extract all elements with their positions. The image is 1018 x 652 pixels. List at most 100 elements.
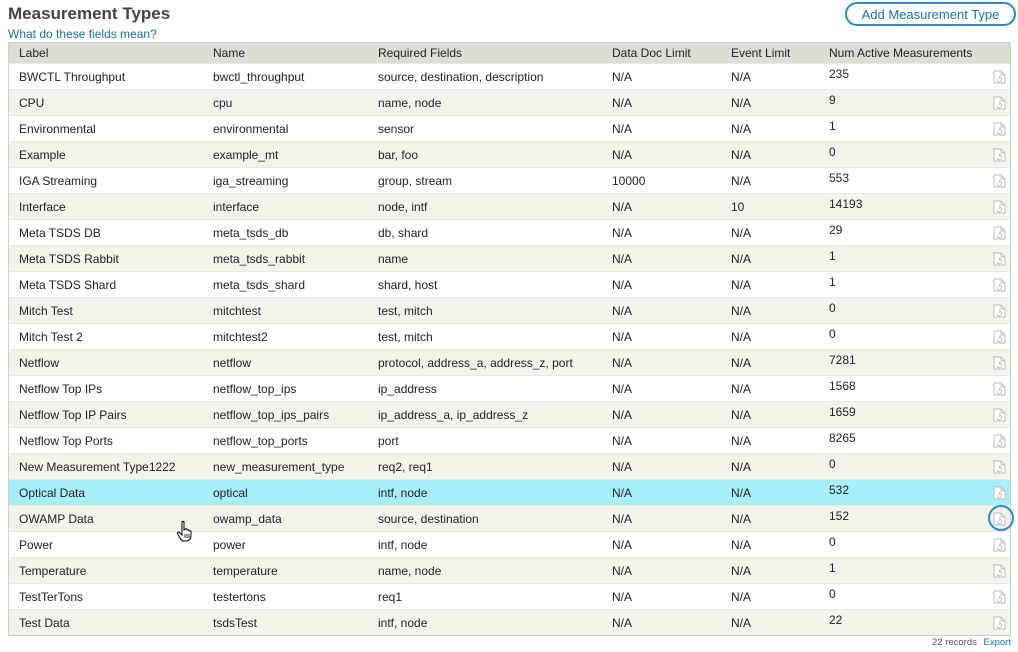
table-row[interactable]: Netflow Top IP Pairs netflow_top_ips_pair… [9, 401, 1010, 427]
cell-data-doc-limit: 10000 [612, 173, 646, 188]
cell-event-limit: N/A [731, 303, 752, 318]
cell-data-doc-limit: N/A [612, 121, 633, 136]
row-action-button[interactable] [989, 252, 1010, 266]
row-action-button[interactable] [989, 70, 1010, 84]
cell-name: example_mt [213, 147, 279, 162]
table-row[interactable]: Mitch Test mitchtest test, mitch N/A N/A 0 [9, 297, 1010, 323]
table-row[interactable]: TestTerTons testertons req1 N/A N/A 0 [9, 583, 1010, 609]
column-header-event-limit[interactable]: Event Limit [721, 46, 819, 60]
cell-data-doc-limit: N/A [612, 69, 633, 84]
row-action-button[interactable] [989, 408, 1010, 422]
cell-label: Environmental [19, 121, 96, 136]
cell-name: meta_tsds_db [213, 225, 289, 240]
document-refresh-icon [993, 226, 1006, 239]
table-row[interactable]: Temperature temperature name, node N/A N/A 1 [9, 557, 1010, 583]
document-refresh-icon [993, 148, 1006, 161]
table-row[interactable]: Optical Data optical intf, node N/A N/A 532 [9, 479, 1010, 505]
row-action-button[interactable] [989, 486, 1010, 500]
table-row[interactable]: Meta TSDS Rabbit meta_tsds_rabbit name N/A N… [9, 245, 1010, 271]
column-header-name[interactable]: Name [203, 46, 368, 60]
row-action-button[interactable] [989, 590, 1010, 604]
page-title: Measurement Types [8, 4, 171, 23]
cell-label: Meta TSDS DB [19, 225, 101, 240]
add-measurement-type-button[interactable]: Add Measurement Type [845, 2, 1016, 26]
export-link[interactable]: Export [984, 637, 1011, 648]
cell-data-doc-limit: N/A [612, 225, 633, 240]
row-action-button[interactable] [989, 512, 1010, 526]
table-row[interactable]: Example example_mt bar, foo N/A N/A 0 [9, 141, 1010, 167]
row-action-button[interactable] [989, 616, 1010, 630]
cell-required-fields: source, destination, description [378, 69, 544, 84]
row-action-button[interactable] [989, 330, 1010, 344]
row-action-button[interactable] [989, 564, 1010, 578]
cell-required-fields: intf, node [378, 485, 428, 500]
cell-label: Test Data [19, 615, 70, 630]
cell-event-limit: N/A [731, 173, 752, 188]
cell-data-doc-limit: N/A [612, 589, 633, 604]
table-row[interactable]: Netflow netflow protocol, address_a, addre… [9, 349, 1010, 375]
table-row[interactable]: Environmental environmental sensor N/A N/A 1 [9, 115, 1010, 141]
row-action-button[interactable] [989, 174, 1010, 188]
column-header-data-doc-limit[interactable]: Data Doc Limit [602, 46, 721, 60]
cell-event-limit: N/A [731, 69, 752, 84]
document-refresh-icon [993, 590, 1006, 603]
table-row[interactable]: Test Data tsdsTest intf, node N/A N/A 22 [9, 609, 1010, 635]
table-row[interactable]: Meta TSDS DB meta_tsds_db db, shard N/A N/A 2… [9, 219, 1010, 245]
cell-event-limit: N/A [731, 355, 752, 370]
cell-label: Netflow Top IPs [19, 381, 103, 396]
cell-label: Meta TSDS Shard [19, 277, 117, 292]
cell-name: owamp_data [213, 511, 282, 526]
cell-name: meta_tsds_rabbit [213, 251, 306, 266]
table-row[interactable]: BWCTL Throughput bwctl_throughput source, … [9, 63, 1010, 89]
table-body: BWCTL Throughput bwctl_throughput source, … [9, 63, 1010, 635]
table-row[interactable]: CPU cpu name, node N/A N/A 9 [9, 89, 1010, 115]
table-row[interactable]: Power power intf, node N/A N/A 0 [9, 531, 1010, 557]
cell-name: iga_streaming [213, 173, 289, 188]
document-refresh-icon [993, 486, 1006, 499]
cell-event-limit: N/A [731, 225, 752, 240]
cell-event-limit: N/A [731, 121, 752, 136]
table-row[interactable]: Interface interface node, intf N/A 10 14193 [9, 193, 1010, 219]
document-refresh-icon [993, 408, 1006, 421]
cell-required-fields: port [378, 433, 399, 448]
row-action-button[interactable] [989, 96, 1010, 110]
cell-event-limit: N/A [731, 615, 752, 630]
column-header-num-active[interactable]: Num Active Measurements [819, 46, 989, 60]
document-refresh-icon [993, 200, 1006, 213]
table-row[interactable]: OWAMP Data owamp_data source, destination N… [9, 505, 1010, 531]
row-action-button[interactable] [989, 226, 1010, 240]
cell-num-active: 1 [829, 275, 836, 289]
cell-required-fields: protocol, address_a, address_z, port [378, 355, 573, 370]
row-action-button[interactable] [989, 538, 1010, 552]
cell-required-fields: req1 [378, 589, 403, 604]
cell-label: Temperature [19, 563, 87, 578]
column-header-required-fields[interactable]: Required Fields [368, 46, 602, 60]
row-action-button[interactable] [989, 434, 1010, 448]
cell-event-limit: N/A [731, 433, 752, 448]
table-row[interactable]: Meta TSDS Shard meta_tsds_shard shard, hos… [9, 271, 1010, 297]
cell-required-fields: intf, node [378, 615, 428, 630]
row-action-button[interactable] [989, 382, 1010, 396]
row-action-button[interactable] [989, 148, 1010, 162]
table-header: Label Name Required Fields Data Doc Limi… [9, 43, 1010, 63]
row-action-button[interactable] [989, 304, 1010, 318]
cell-required-fields: node, intf [378, 199, 428, 214]
row-action-button[interactable] [989, 278, 1010, 292]
row-action-button[interactable] [989, 122, 1010, 136]
row-action-button[interactable] [989, 200, 1010, 214]
cell-name: power [213, 537, 246, 552]
help-link[interactable]: What do these fields mean? [8, 27, 157, 41]
table-row[interactable]: Netflow Top Ports netflow_top_ports port N/… [9, 427, 1010, 453]
table-row[interactable]: New Measurement Type1222 new_measurement_… [9, 453, 1010, 479]
table-row[interactable]: IGA Streaming iga_streaming group, stream 1… [9, 167, 1010, 193]
cell-num-active: 7281 [829, 353, 856, 367]
table-footer: 22 records Export [932, 637, 1011, 648]
cell-num-active: 0 [829, 587, 836, 601]
row-action-button[interactable] [989, 460, 1010, 474]
cell-data-doc-limit: N/A [612, 459, 633, 474]
column-header-label[interactable]: Label [9, 46, 203, 60]
row-action-button[interactable] [989, 356, 1010, 370]
table-row[interactable]: Netflow Top IPs netflow_top_ips ip_address… [9, 375, 1010, 401]
cell-required-fields: sensor [378, 121, 415, 136]
table-row[interactable]: Mitch Test 2 mitchtest2 test, mitch N/A N/A 0 [9, 323, 1010, 349]
